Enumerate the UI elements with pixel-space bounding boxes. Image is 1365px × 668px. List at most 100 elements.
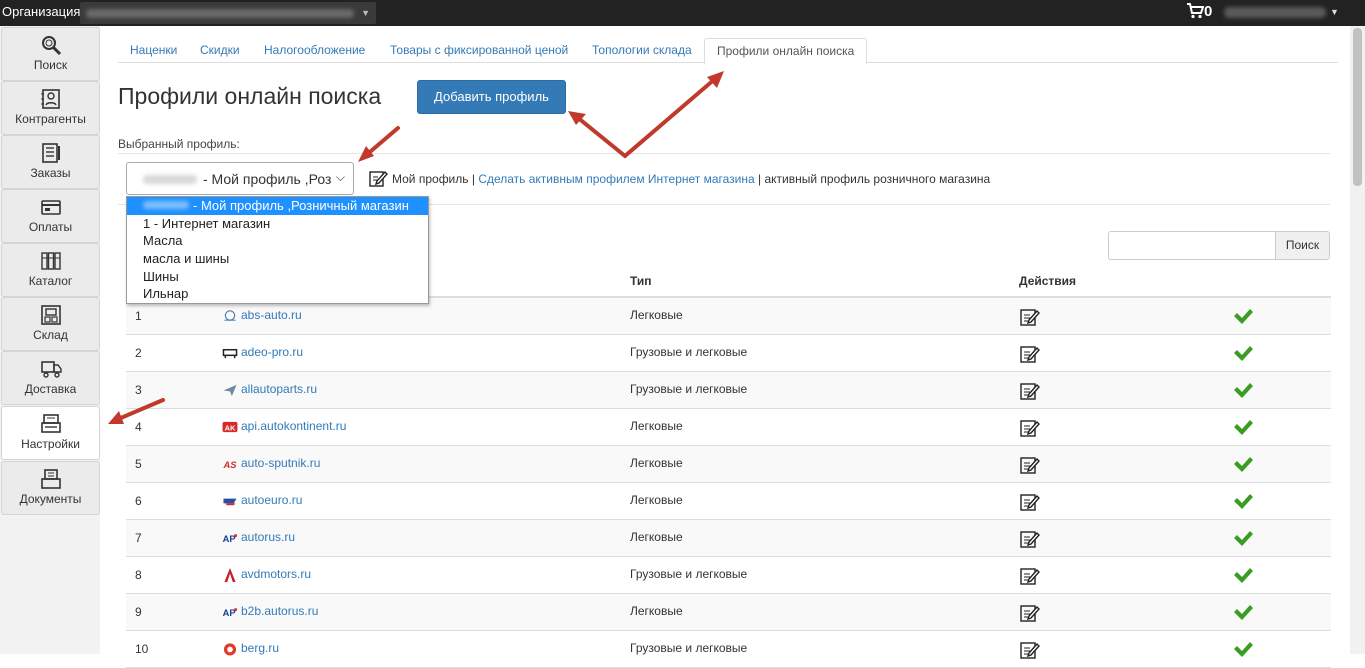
check-icon — [1234, 642, 1253, 657]
tab-warehouse-topologies[interactable]: Топологии склада — [580, 38, 704, 63]
dropdown-option[interactable]: Ильнар — [127, 285, 428, 303]
profiles-table: Тип Действия 1 abs-auto.ru Легковые 2 adeo-p… — [126, 262, 1331, 668]
catalog-icon — [40, 252, 61, 270]
delivery-icon — [40, 361, 62, 378]
user-menu[interactable] — [1224, 7, 1326, 18]
sidebar-item-label: Контрагенты — [15, 112, 86, 126]
organization-name-blurred — [86, 9, 354, 18]
tab-taxation[interactable]: Налогообложение — [252, 38, 377, 63]
table-row: 2 adeo-pro.ru Грузовые и легковые — [126, 335, 1331, 372]
supplier-site-link[interactable]: b2b.autorus.ru — [241, 604, 318, 618]
vehicle-type: Легковые — [630, 493, 683, 507]
organization-label: Организация: — [2, 4, 85, 19]
chevron-down-icon[interactable]: ▼ — [1330, 7, 1339, 17]
row-number: 8 — [135, 568, 142, 582]
edit-icon[interactable] — [1019, 639, 1040, 660]
row-number: 2 — [135, 346, 142, 360]
ak-logo-icon: AK — [222, 421, 238, 432]
edit-icon[interactable] — [1019, 306, 1040, 327]
organization-select[interactable]: ▼ — [80, 2, 376, 24]
table-row: 8 avdmotors.ru Грузовые и легковые — [126, 557, 1331, 594]
edit-icon[interactable] — [1019, 417, 1040, 438]
sidebar-item-settings[interactable]: Настройки — [1, 406, 100, 460]
svg-text:AP: AP — [223, 608, 236, 618]
sidebar-item-label: Заказы — [30, 166, 71, 180]
check-icon — [1234, 420, 1253, 435]
row-number: 3 — [135, 383, 142, 397]
supplier-site-link[interactable]: autorus.ru — [241, 530, 295, 544]
search-icon — [41, 36, 61, 56]
table-row: 9 AP b2b.autorus.ru Легковые — [126, 594, 1331, 631]
vehicle-type: Легковые — [630, 308, 683, 322]
sidebar-item-warehouse[interactable]: Склад — [1, 297, 100, 351]
edit-icon[interactable] — [1019, 343, 1040, 364]
page-title: Профили онлайн поиска — [118, 83, 382, 109]
vehicle-type: Легковые — [630, 419, 683, 433]
row-number: 7 — [135, 531, 142, 545]
page-scrollbar[interactable] — [1350, 26, 1365, 654]
sidebar-item-payments[interactable]: Оплаты — [1, 189, 100, 243]
dropdown-option[interactable]: 1 - Интернет магазин — [127, 215, 428, 233]
add-profile-button[interactable]: Добавить профиль — [417, 80, 566, 114]
svg-text:AK: AK — [225, 423, 236, 432]
supplier-site-link[interactable]: berg.ru — [241, 641, 279, 655]
supplier-site-link[interactable]: adeo-pro.ru — [241, 345, 303, 359]
supplier-site-link[interactable]: autoeuro.ru — [241, 493, 302, 507]
top-bar: Организация: ▼ 0 ▼ — [0, 0, 1365, 26]
tab-discounts[interactable]: Скидки — [188, 38, 252, 63]
edit-icon[interactable] — [1019, 380, 1040, 401]
supplier-site-link[interactable]: api.autokontinent.ru — [241, 419, 346, 433]
supplier-site-link[interactable]: avdmotors.ru — [241, 567, 311, 581]
vehicle-type: Легковые — [630, 456, 683, 470]
dropdown-option[interactable]: масла и шины — [127, 250, 428, 268]
table-row: 10 berg.ru Грузовые и легковые — [126, 631, 1331, 668]
make-active-online-store-link[interactable]: Сделать активным профилем Интернет магаз… — [478, 172, 754, 186]
adeo-logo-icon — [222, 348, 238, 359]
supplier-site-link[interactable]: allautoparts.ru — [241, 382, 317, 396]
sidebar-item-contacts[interactable]: Контрагенты — [1, 81, 100, 135]
scrollbar-thumb[interactable] — [1353, 28, 1362, 186]
documents-icon — [40, 469, 61, 489]
edit-icon[interactable] — [1019, 454, 1040, 475]
autoeuro-logo-icon — [223, 498, 237, 506]
row-number: 9 — [135, 605, 142, 619]
settings-icon — [40, 414, 61, 433]
profile-select[interactable]: - Мой профиль ,Роз ⌵ — [126, 162, 354, 195]
contacts-icon — [40, 89, 60, 109]
edit-icon[interactable] — [368, 168, 388, 188]
edit-icon[interactable] — [1019, 602, 1040, 623]
supplier-site-link[interactable]: auto-sputnik.ru — [241, 456, 320, 470]
dropdown-option-label: - Мой профиль ,Розничный магазин — [193, 198, 409, 213]
ap-logo-icon: AP — [223, 534, 238, 544]
edit-icon[interactable] — [1019, 565, 1040, 586]
tab-markups[interactable]: Наценки — [118, 38, 189, 63]
row-number: 5 — [135, 457, 142, 471]
sidebar-item-documents[interactable]: Документы — [1, 461, 100, 515]
cart-button[interactable]: 0 — [1186, 3, 1212, 20]
search-input[interactable] — [1108, 231, 1276, 260]
table-row: 5 AS auto-sputnik.ru Легковые — [126, 446, 1331, 483]
abs-logo-icon — [224, 310, 236, 321]
selected-profile-label: Выбранный профиль: — [118, 137, 240, 151]
header-type: Тип — [630, 274, 652, 288]
dropdown-option[interactable]: Масла — [127, 232, 428, 250]
sidebar-item-label: Поиск — [33, 58, 68, 72]
row-number: 6 — [135, 494, 142, 508]
table-row: 3 allautoparts.ru Грузовые и легковые — [126, 372, 1331, 409]
dropdown-option[interactable]: - Мой профиль ,Розничный магазин — [127, 197, 428, 215]
sidebar-item-orders[interactable]: Заказы — [1, 135, 100, 189]
cart-icon — [1187, 3, 1205, 19]
supplier-site-link[interactable]: abs-auto.ru — [241, 308, 302, 322]
sidebar-item-delivery[interactable]: Доставка — [1, 351, 100, 405]
edit-icon[interactable] — [1019, 528, 1040, 549]
profile-info: Мой профиль | Сделать активным профилем … — [368, 168, 990, 188]
tab-fixed-price-goods[interactable]: Товары с фиксированной ценой — [378, 38, 580, 63]
dropdown-option[interactable]: Шины — [127, 268, 428, 286]
sidebar-item-catalog[interactable]: Каталог — [1, 243, 100, 297]
sidebar-item-search[interactable]: Поиск — [1, 27, 100, 81]
edit-icon[interactable] — [1019, 491, 1040, 512]
as-logo-icon: AS — [223, 460, 238, 470]
sidebar: Поиск Контрагенты Заказы Оплаты Каталог … — [0, 26, 100, 654]
search-button[interactable]: Поиск — [1275, 231, 1330, 260]
tab-online-search-profiles[interactable]: Профили онлайн поиска — [704, 38, 868, 64]
